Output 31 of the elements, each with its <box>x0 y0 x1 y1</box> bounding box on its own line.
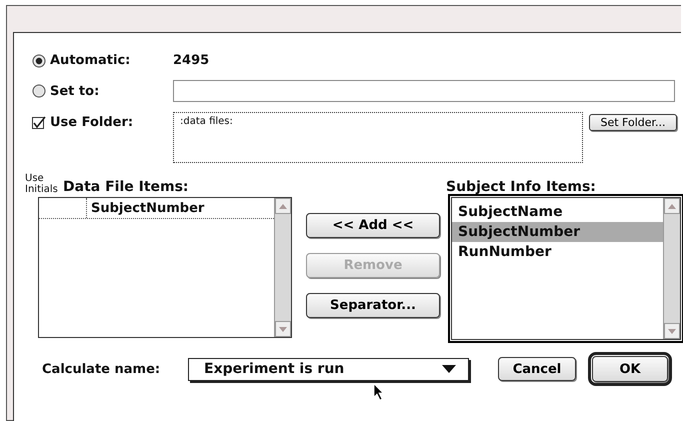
action-button[interactable]: Separator... <box>306 293 440 318</box>
list-item[interactable]: SubjectNumber <box>452 222 663 242</box>
field-label: Calculate name: <box>42 362 162 376</box>
folder-path-field: :data files: <box>173 112 583 163</box>
list-heading: Data File Items: <box>63 179 190 195</box>
radio-label[interactable]: Automatic: <box>50 53 130 68</box>
scroll-bar[interactable] <box>274 198 291 337</box>
scroll-down-icon[interactable] <box>275 321 291 337</box>
input-field[interactable] <box>173 80 675 102</box>
mouse-cursor-icon <box>373 383 385 401</box>
radio-button[interactable] <box>32 84 46 98</box>
list-item[interactable]: RunNumber <box>452 242 663 262</box>
column-heading: Use Initials <box>25 173 55 195</box>
dropdown-value: Experiment is run <box>204 361 344 377</box>
automatic-value: 2495 <box>173 53 210 68</box>
checkbox[interactable] <box>32 116 46 130</box>
action-button[interactable]: << Add << <box>306 213 440 238</box>
dialog-button[interactable]: Cancel <box>498 357 576 381</box>
list-item[interactable]: SubjectNumber <box>87 200 204 216</box>
checkbox-label[interactable]: Use Folder: <box>50 115 134 130</box>
scroll-down-icon[interactable] <box>664 323 680 339</box>
scroll-up-icon[interactable] <box>664 198 680 214</box>
scroll-up-icon[interactable] <box>275 198 291 214</box>
dropdown[interactable]: Experiment is run <box>188 358 469 380</box>
scroll-bar[interactable] <box>663 198 680 339</box>
radio-label[interactable]: Set to: <box>50 84 100 98</box>
set-folder-button[interactable]: Set Folder... <box>589 114 677 131</box>
dropdown-arrow-icon <box>442 364 456 374</box>
radio-button[interactable] <box>32 54 46 68</box>
list-heading: Subject Info Items: <box>446 179 596 195</box>
list-item[interactable]: SubjectName <box>452 202 663 222</box>
